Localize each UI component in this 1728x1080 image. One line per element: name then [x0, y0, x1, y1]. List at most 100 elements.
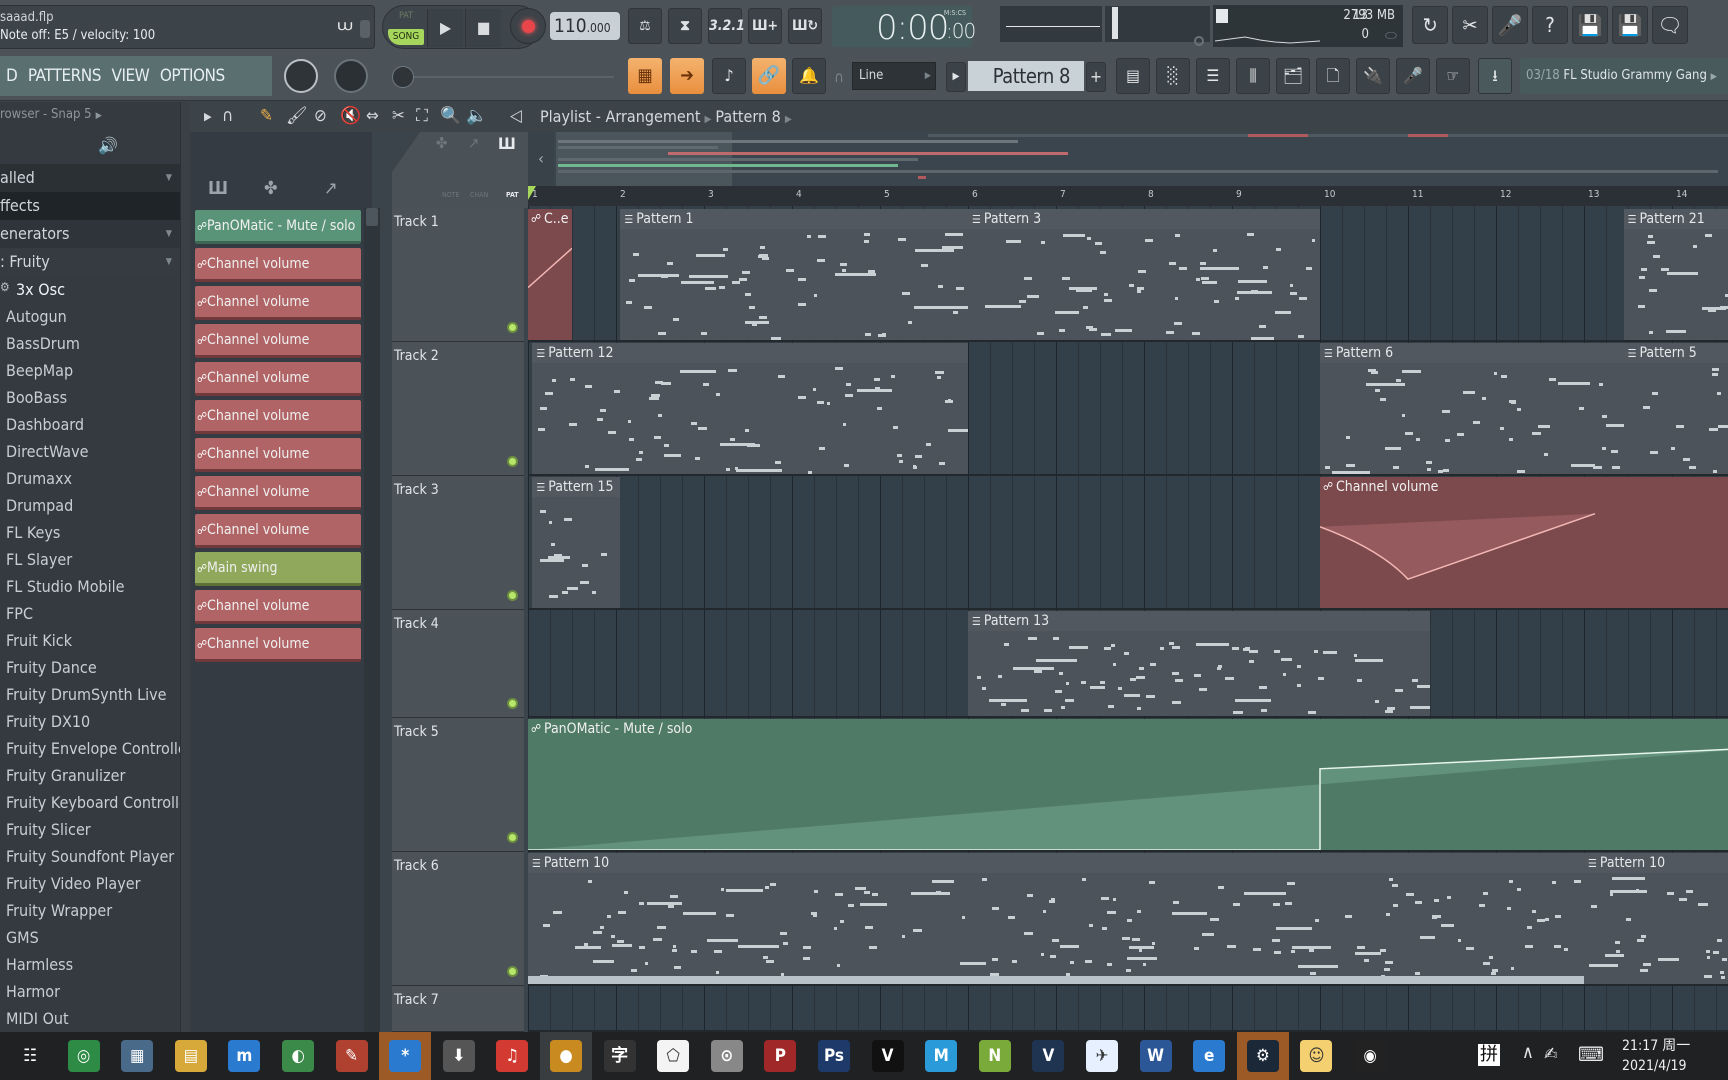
clip-source-item[interactable]: ☍PanOMatic - Mute / solo: [195, 210, 361, 244]
options-arrow-icon[interactable]: ▶: [204, 110, 212, 123]
track-header[interactable]: Track 3: [392, 476, 524, 610]
master-pitch-icon[interactable]: [1194, 36, 1204, 46]
keyboard-icon[interactable]: ⌨: [1578, 1042, 1604, 1066]
browser-item[interactable]: Harmor: [6, 978, 60, 1005]
taskbar-vegas-icon[interactable]: V: [871, 1040, 904, 1072]
taskbar-geogebra-icon[interactable]: ⬠: [657, 1040, 690, 1072]
audio-clips-icon[interactable]: ✤: [264, 178, 278, 199]
browser-item[interactable]: BooBass: [6, 384, 67, 411]
pattern-clip[interactable]: Pattern 10: [528, 853, 1584, 984]
download-button[interactable]: ⭳: [1478, 58, 1512, 94]
track-header[interactable]: Track 7: [392, 986, 524, 1032]
clip-source-item[interactable]: ☍Channel volume: [195, 324, 361, 358]
browser-item[interactable]: BeepMap: [6, 357, 73, 384]
browser-item[interactable]: Fruity DX10: [6, 708, 90, 735]
browser-item[interactable]: Fruity Dance: [6, 654, 97, 681]
song-time-display[interactable]: 0:00 :00 M:S:CS: [832, 6, 976, 48]
taskbar-file-explorer-icon[interactable]: ▤: [174, 1040, 207, 1072]
system-clock[interactable]: 21:17 周一 2021/4/19: [1622, 1036, 1690, 1076]
pattern-clips-icon[interactable]: Ш: [208, 178, 228, 199]
browser-item[interactable]: Fruity Soundfont Player: [6, 843, 174, 870]
track-mute-led[interactable]: [507, 966, 518, 977]
browser-category-effects[interactable]: ffects: [0, 192, 180, 220]
pat-label[interactable]: PAT: [387, 11, 425, 21]
pattern-clip[interactable]: Pattern 10: [1584, 853, 1728, 984]
menu-options[interactable]: OPTIONS: [160, 56, 225, 96]
browser-button[interactable]: 🗂: [1276, 58, 1310, 94]
taskbar-netease-music-icon[interactable]: ♫: [496, 1040, 529, 1072]
plugin-database-button[interactable]: 🔌: [1356, 58, 1390, 94]
filter-chan[interactable]: CHAN: [470, 191, 488, 199]
browser-category-generators[interactable]: enerators ▼: [0, 220, 180, 248]
add-pattern-button[interactable]: +: [1086, 62, 1106, 92]
pencil-icon[interactable]: ✎: [260, 106, 273, 126]
track-mute-led[interactable]: [507, 832, 518, 843]
track-header[interactable]: Track 1: [392, 208, 524, 342]
taskbar-script-app-icon[interactable]: 字: [603, 1040, 636, 1072]
taskbar-fl-studio-icon[interactable]: ●: [550, 1040, 582, 1072]
pattern-clip[interactable]: Pattern 3: [968, 209, 1320, 340]
export-audio-button[interactable]: 💾: [1612, 6, 1648, 44]
taskbar-notepad-plus-icon[interactable]: N: [978, 1040, 1011, 1072]
track-mute-led[interactable]: [507, 322, 518, 333]
clip-source-item[interactable]: ☍Channel volume: [195, 248, 361, 282]
automation-clip-red[interactable]: C..e ☍: [528, 209, 572, 340]
step-edit-button[interactable]: Ш+: [748, 8, 782, 44]
link-button[interactable]: 🔗: [752, 58, 786, 94]
song-label[interactable]: SONG: [388, 29, 424, 45]
slip-icon[interactable]: ⇔: [366, 106, 379, 126]
speaker-toggle-icon[interactable]: ◁: [510, 106, 522, 126]
main-pitch-knob[interactable]: [392, 66, 414, 88]
browser-category-installed[interactable]: alled ▼: [0, 164, 180, 192]
scroll-thumb[interactable]: [366, 208, 378, 226]
browser-item[interactable]: FPC: [6, 600, 33, 627]
master-volume-knob[interactable]: [284, 59, 318, 93]
undo-history-button[interactable]: ↻: [1412, 6, 1448, 44]
pattern-clip[interactable]: Pattern 13: [968, 611, 1430, 716]
clip-source-item[interactable]: ☍Channel volume: [195, 438, 361, 472]
pattern-clip[interactable]: Pattern 21: [1623, 209, 1728, 340]
pat-song-toggle[interactable]: PAT SONG: [387, 9, 425, 47]
record-audio-button[interactable]: 🎤: [1492, 6, 1528, 44]
wait-for-input-button[interactable]: ⧗: [668, 8, 702, 44]
ime-indicator[interactable]: 拼: [1478, 1044, 1500, 1066]
clip-source-item[interactable]: ☍Channel volume: [195, 628, 361, 662]
taskbar-feishu-icon[interactable]: ✈: [1086, 1040, 1118, 1072]
taskbar-internet-explorer-icon[interactable]: e: [1193, 1040, 1226, 1072]
delete-icon[interactable]: ⊘: [314, 106, 327, 126]
taskbar-game-app-icon[interactable]: ☺: [1300, 1040, 1333, 1072]
pattern-selector[interactable]: Pattern 8: [968, 61, 1084, 91]
track-mute-led[interactable]: [507, 456, 518, 467]
pattern-clip[interactable]: Pattern 15: [532, 477, 621, 608]
track-mute-led[interactable]: [507, 698, 518, 709]
channel-rack-button[interactable]: ☰: [1196, 58, 1230, 94]
picker-scrollbar[interactable]: [364, 208, 380, 1032]
clip-source-item[interactable]: ☍Channel volume: [195, 362, 361, 396]
step-edit-icon[interactable]: [360, 20, 370, 38]
tempo-display[interactable]: 110.000: [550, 12, 620, 40]
metronome-button[interactable]: ⚖: [628, 8, 662, 44]
track-header[interactable]: Track 5: [392, 718, 524, 852]
touch-controller-button[interactable]: ☞: [1436, 58, 1470, 94]
mixer-button[interactable]: ⫼: [1236, 58, 1270, 94]
browser-item[interactable]: Drumpad: [6, 492, 73, 519]
menu-patterns[interactable]: PATTERNS: [28, 56, 102, 96]
taskbar-recorder-icon[interactable]: ◉: [1354, 1040, 1386, 1072]
browser-category-fruity[interactable]: : Fruity ▼: [0, 248, 180, 276]
browser-item[interactable]: MIDI Out: [6, 1005, 69, 1032]
clip-source-item[interactable]: ☍Channel volume: [195, 400, 361, 434]
project-info-button[interactable]: 🗋: [1316, 58, 1350, 94]
browser-item[interactable]: Fruity Slicer: [6, 816, 91, 843]
track-mute-led[interactable]: [507, 590, 518, 601]
pattern-clip[interactable]: Pattern 6: [1320, 343, 1624, 474]
automation-clip-red[interactable]: Channel volume ☍: [1320, 477, 1728, 608]
filter-note[interactable]: NOTE: [442, 191, 460, 199]
tempo-value[interactable]: 110: [554, 15, 587, 37]
browser-item[interactable]: Drumaxx: [6, 465, 72, 492]
playback-icon[interactable]: 🔈: [466, 106, 487, 126]
playhead-marker[interactable]: [528, 186, 536, 200]
taskbar-steam-icon[interactable]: ⚙: [1246, 1040, 1279, 1072]
browser-item[interactable]: Dashboard: [6, 411, 84, 438]
tempo-decimal[interactable]: .000: [587, 21, 611, 35]
play-button[interactable]: ▶: [427, 9, 463, 47]
